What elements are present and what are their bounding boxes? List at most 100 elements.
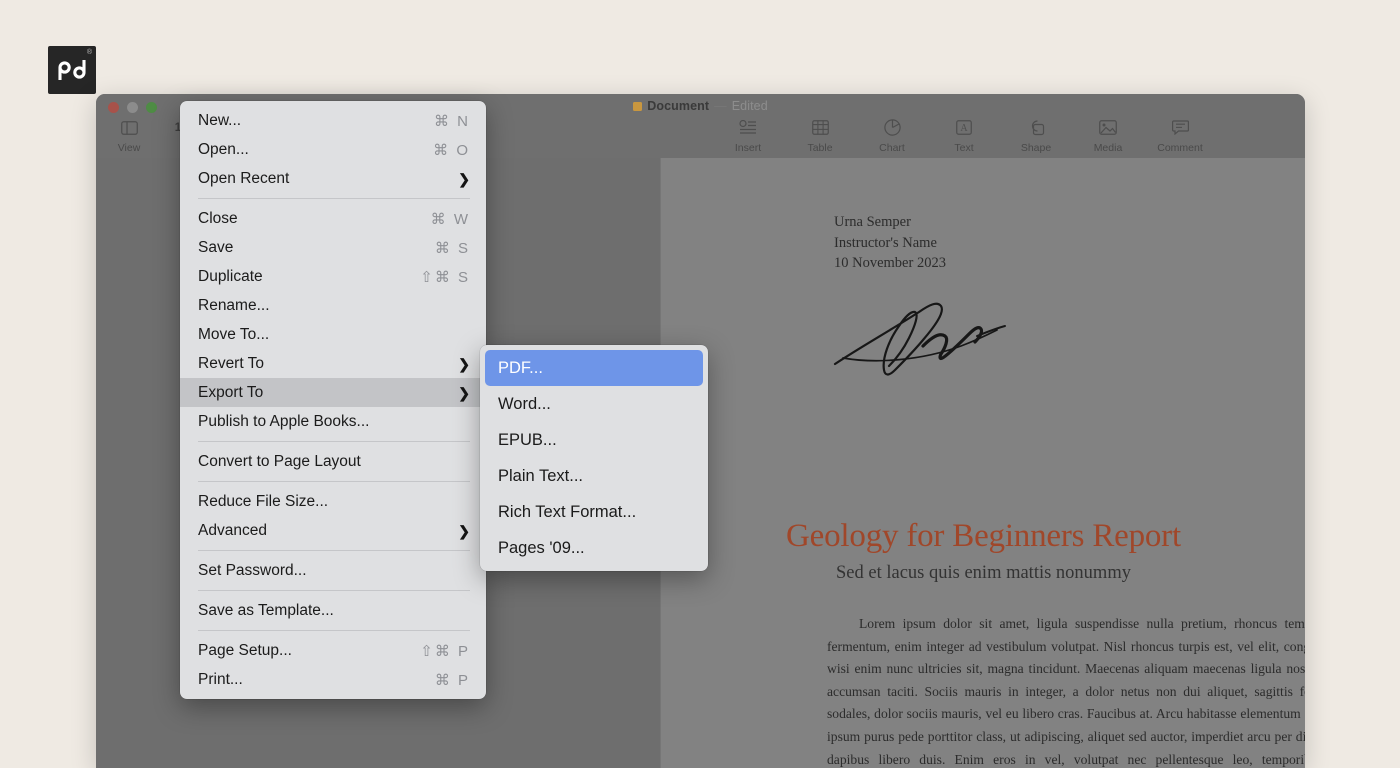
toolbar-comment-label: Comment <box>1157 142 1203 154</box>
chart-icon <box>883 118 901 137</box>
document-body[interactable]: Lorem ipsum dolor sit amet, ligula suspe… <box>827 613 1305 768</box>
menu-item-shortcut: ⇧⌘ S <box>420 268 470 286</box>
comment-icon <box>1171 118 1189 137</box>
toolbar-insert-button[interactable]: Insert <box>723 118 773 154</box>
toolbar-media-label: Media <box>1093 142 1123 154</box>
export-submenu-item[interactable]: Rich Text Format... <box>480 494 708 530</box>
menu-item-label: Rename... <box>198 296 270 314</box>
insert-icon <box>739 118 757 137</box>
file-menu-item[interactable]: Print... ⌘ P <box>180 665 486 694</box>
document-header-block: Urna Semper Instructor's Name 10 Novembe… <box>834 212 946 274</box>
media-icon <box>1099 118 1117 137</box>
file-menu-item[interactable]: Close ⌘ W <box>180 204 486 233</box>
menu-item-label: Word... <box>498 394 551 413</box>
file-menu-item[interactable]: New... ⌘ N <box>180 106 486 135</box>
menu-item-label: Pages '09... <box>498 538 585 557</box>
toolbar-text-button[interactable]: A Text <box>939 118 989 154</box>
chevron-right-icon: ❯ <box>458 384 470 401</box>
menu-separator <box>198 481 470 482</box>
table-icon <box>811 118 829 137</box>
export-submenu-item[interactable]: Plain Text... <box>480 458 708 494</box>
menu-item-label: Plain Text... <box>498 466 583 485</box>
toolbar-table-button[interactable]: Table <box>795 118 845 154</box>
menu-item-label: Save <box>198 238 234 256</box>
menu-item-shortcut: ⌘ P <box>434 671 470 689</box>
file-menu-item[interactable]: Page Setup... ⇧⌘ P <box>180 636 486 665</box>
header-line: 10 November 2023 <box>834 255 946 272</box>
file-menu-item[interactable]: Set Password... <box>180 556 486 585</box>
menu-item-label: Convert to Page Layout <box>198 452 361 470</box>
header-line: Urna Semper <box>834 214 911 230</box>
menu-item-label: Publish to Apple Books... <box>198 412 370 430</box>
toolbar-shape-label: Shape <box>1020 142 1052 154</box>
chevron-right-icon: ❯ <box>458 170 470 187</box>
menu-item-label: Open... <box>198 140 249 158</box>
menu-item-label: Move To... <box>198 325 270 343</box>
toolbar-chart-label: Chart <box>879 142 905 154</box>
export-submenu-item[interactable]: Pages '09... <box>480 530 708 566</box>
sidebar-icon <box>120 118 138 137</box>
menu-item-label: Duplicate <box>198 267 263 285</box>
menu-item-label: Print... <box>198 670 243 688</box>
file-menu-item[interactable]: Move To... <box>180 320 486 349</box>
menu-item-label: Export To <box>198 383 264 401</box>
menu-item-label: PDF... <box>498 358 543 377</box>
file-menu-item[interactable]: Save as Template... <box>180 596 486 625</box>
file-menu-item[interactable]: Reduce File Size... <box>180 487 486 516</box>
toolbar-view-button[interactable]: View <box>104 118 154 154</box>
menu-item-shortcut: ⌘ W <box>430 210 470 228</box>
menu-item-label: Close <box>198 209 238 227</box>
menu-item-label: Revert To <box>198 354 265 372</box>
menu-separator <box>198 550 470 551</box>
chevron-right-icon: ❯ <box>458 522 470 539</box>
file-menu-item[interactable]: Duplicate ⇧⌘ S <box>180 262 486 291</box>
menu-separator <box>198 630 470 631</box>
toolbar-view-label: View <box>117 142 141 154</box>
export-submenu-item[interactable]: PDF... <box>485 350 703 386</box>
document-page[interactable]: Urna Semper Instructor's Name 10 Novembe… <box>660 158 1305 768</box>
file-menu-item[interactable]: Advanced ❯ <box>180 516 486 545</box>
signature-image <box>827 296 1017 378</box>
file-menu-item[interactable]: Open Recent ❯ <box>180 164 486 193</box>
header-line: Instructor's Name <box>834 234 937 251</box>
menu-item-label: Page Setup... <box>198 641 292 659</box>
body-paragraph: Lorem ipsum dolor sit amet, ligula suspe… <box>827 616 1305 767</box>
document-subtitle: Sed et lacus quis enim mattis nonummy <box>836 563 1131 583</box>
toolbar-comment-button[interactable]: Comment <box>1155 118 1205 154</box>
menu-item-shortcut: ⇧⌘ P <box>420 642 470 660</box>
edited-status: Edited <box>731 99 768 113</box>
menu-item-label: Save as Template... <box>198 601 334 619</box>
registered-mark-icon: ® <box>86 49 92 56</box>
file-menu-item[interactable]: Convert to Page Layout <box>180 447 486 476</box>
menu-item-label: Advanced <box>198 521 267 539</box>
title-dash: — <box>714 99 727 113</box>
toolbar-media-button[interactable]: Media <box>1083 118 1133 154</box>
file-menu-item[interactable]: Open... ⌘ O <box>180 135 486 164</box>
document-title: Document <box>647 99 710 113</box>
file-menu-item[interactable]: Revert To ❯ <box>180 349 486 378</box>
toolbar-insert-group: Insert Table Chart A Text Shape Media Co… <box>723 118 1205 154</box>
toolbar-text-label: Text <box>954 142 974 154</box>
file-menu-item[interactable]: Export To ❯ <box>180 378 486 407</box>
chevron-right-icon: ❯ <box>458 355 470 372</box>
file-menu-item[interactable]: Publish to Apple Books... <box>180 407 486 436</box>
file-menu-item[interactable]: Save ⌘ S <box>180 233 486 262</box>
menu-separator <box>198 590 470 591</box>
menu-item-label: Set Password... <box>198 561 307 579</box>
toolbar-insert-label: Insert <box>734 142 762 154</box>
export-submenu-item[interactable]: EPUB... <box>480 422 708 458</box>
document-title-heading: Geology for Beginners Report <box>786 518 1181 554</box>
export-to-submenu[interactable]: PDF... Word... EPUB... Plain Text... Rich Te… <box>480 345 708 571</box>
document-icon <box>633 101 643 111</box>
toolbar-chart-button[interactable]: Chart <box>867 118 917 154</box>
menu-item-label: Rich Text Format... <box>498 502 637 521</box>
file-menu[interactable]: New... ⌘ N Open... ⌘ O Open Recent ❯ Close ⌘ W S… <box>180 101 486 699</box>
shape-icon <box>1027 118 1045 137</box>
svg-text:A: A <box>960 123 968 134</box>
toolbar-shape-button[interactable]: Shape <box>1011 118 1061 154</box>
file-menu-item[interactable]: Rename... <box>180 291 486 320</box>
menu-item-label: EPUB... <box>498 430 557 449</box>
menu-item-label: Reduce File Size... <box>198 492 329 510</box>
menu-item-shortcut: ⌘ S <box>434 239 470 257</box>
export-submenu-item[interactable]: Word... <box>480 386 708 422</box>
